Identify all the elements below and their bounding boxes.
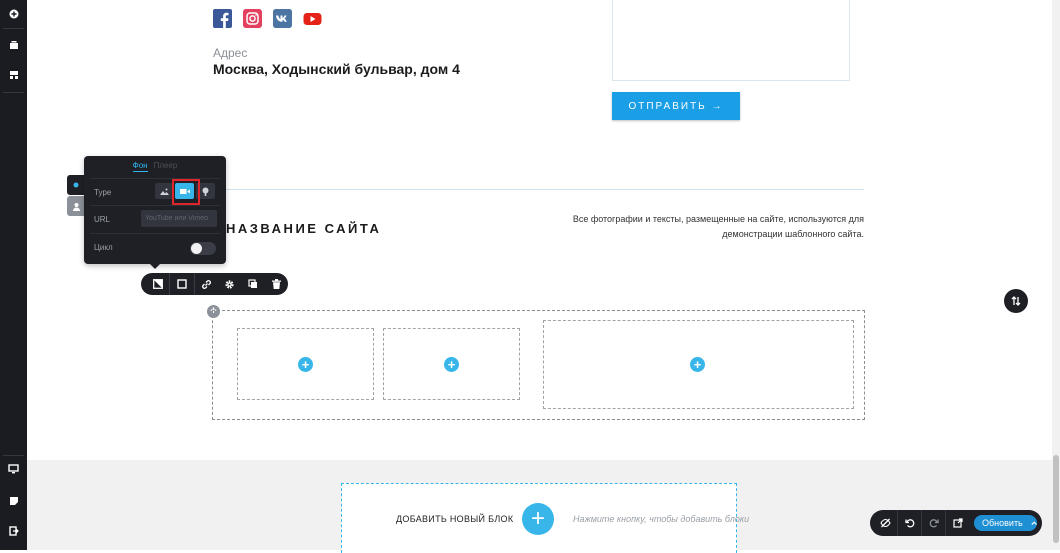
link-icon (201, 279, 211, 289)
paint-drop-icon (202, 187, 209, 196)
type-label: Type (94, 188, 112, 197)
trash-icon (271, 279, 281, 289)
undo-icon (904, 519, 914, 528)
duplicate-tool-button[interactable] (241, 273, 264, 295)
address-label: Адрес (213, 46, 248, 60)
exit-icon[interactable] (0, 520, 27, 542)
update-button[interactable]: Обновить (974, 515, 1037, 531)
instagram-icon[interactable] (243, 9, 262, 28)
chevron-up-icon (1031, 521, 1037, 525)
copy-icon (248, 279, 257, 288)
redo-button[interactable] (922, 510, 945, 536)
settings-tool-button[interactable] (218, 273, 241, 295)
reorder-icon (1011, 296, 1021, 306)
background-tool-button[interactable] (146, 273, 169, 295)
editor-bottom-bar: Обновить (870, 510, 1042, 536)
vk-icon[interactable] (273, 9, 292, 28)
layout-icon[interactable] (0, 64, 27, 86)
tab-player[interactable]: Плеер (154, 156, 178, 178)
site-name: НАЗВАНИЕ САЙТА (226, 221, 382, 236)
facebook-icon[interactable] (213, 9, 232, 28)
background-icon (152, 279, 163, 289)
popup-divider (90, 205, 220, 206)
section-divider (213, 189, 864, 190)
undo-button[interactable] (898, 510, 921, 536)
left-sidebar (0, 0, 27, 550)
square-icon (177, 279, 187, 289)
sidebar-divider (3, 92, 24, 93)
link-tool-button[interactable] (195, 273, 218, 295)
message-textarea[interactable] (612, 0, 850, 81)
desktop-view-icon[interactable] (0, 458, 27, 480)
scrollbar-thumb[interactable] (1053, 455, 1059, 543)
image-icon (160, 188, 169, 195)
gear-icon (225, 279, 234, 289)
tab-background[interactable]: Фон (132, 156, 148, 172)
pages-icon[interactable] (0, 34, 27, 56)
popup-pointer (150, 264, 160, 269)
loop-toggle[interactable] (190, 242, 216, 255)
block-toolbar (141, 273, 288, 295)
sidebar-divider (3, 28, 24, 29)
loop-label: Цикл (94, 243, 113, 252)
popup-tabs: Фон Плеер (84, 156, 226, 178)
external-link-icon (952, 518, 963, 528)
popup-divider (90, 178, 220, 179)
add-element-plus-icon[interactable]: + (444, 357, 459, 372)
delete-tool-button[interactable] (265, 273, 288, 295)
page-scrollbar[interactable] (1052, 0, 1060, 550)
border-tool-button[interactable] (170, 273, 193, 295)
side-tab-user[interactable] (67, 196, 85, 216)
video-type-highlight (172, 179, 200, 205)
url-input[interactable] (141, 210, 217, 227)
open-external-button[interactable] (946, 510, 969, 536)
send-button[interactable]: ОТПРАВИТЬ → (612, 92, 740, 120)
hide-toggle-button[interactable] (874, 510, 897, 536)
add-block-hint: Нажмите кнопку, чтобы добавить блоки (573, 514, 750, 524)
redo-icon (929, 519, 939, 528)
background-settings-popup: Фон Плеер Type URL Цикл (84, 156, 226, 264)
youtube-icon[interactable] (303, 9, 322, 28)
add-element-plus-icon[interactable]: + (298, 357, 313, 372)
copyright-text: Все фотографии и тексты, размещенные на … (572, 214, 864, 239)
reorder-button[interactable] (1004, 289, 1028, 313)
notes-icon[interactable] (0, 490, 27, 512)
add-element-plus-icon[interactable]: + (690, 357, 705, 372)
side-tab-background[interactable] (67, 175, 85, 195)
toggle-knob (191, 243, 202, 254)
add-circle-icon[interactable] (0, 3, 27, 25)
eye-off-icon (880, 518, 891, 528)
update-button-label: Обновить (982, 518, 1023, 528)
popup-divider (90, 233, 220, 234)
address-value: Москва, Ходынский бульвар, дом 4 (213, 61, 460, 77)
add-block-button[interactable]: + (522, 503, 554, 535)
add-block-label: ДОБАВИТЬ НОВЫЙ БЛОК (396, 514, 514, 524)
sidebar-divider (3, 455, 24, 456)
url-label: URL (94, 215, 111, 224)
social-links (213, 9, 322, 28)
